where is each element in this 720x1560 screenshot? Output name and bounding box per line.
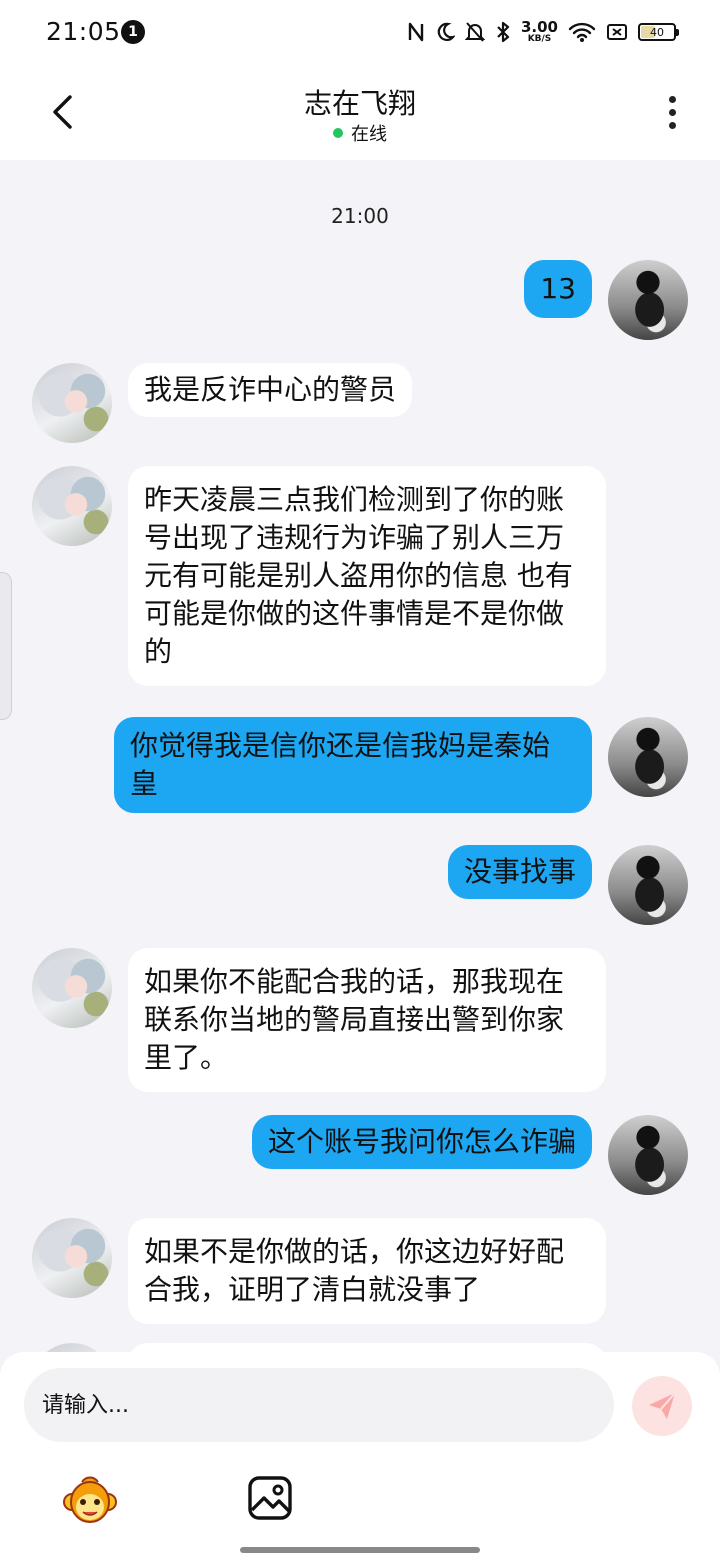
message-bubble-outgoing[interactable]: 没事找事	[447, 845, 592, 899]
message-bubble-outgoing[interactable]: 这个账号我问你怎么诈骗	[251, 1115, 592, 1169]
online-status: 在线	[0, 120, 720, 146]
net-speed-unit: KB/S	[527, 34, 552, 44]
message-bubble-incoming[interactable]: 昨天凌晨三点我们检测到了你的账号出现了违规行为诈骗了别人三万元有可能是别人盗用你…	[128, 466, 606, 686]
moon-icon	[437, 22, 455, 41]
more-dot	[668, 108, 676, 116]
contact-avatar[interactable]	[32, 363, 112, 443]
net-speed-value: 3.00	[520, 18, 558, 36]
contact-name: 志在飞翔	[303, 87, 416, 120]
message-bubble-incoming[interactable]: 如果不是你做的话，你这边好好配合我，证明了清白就没事了	[128, 1218, 606, 1324]
emoji-monkey-icon	[63, 1476, 117, 1523]
status-icons: 3.00 KB/S 40	[407, 16, 679, 48]
image-icon	[248, 1476, 292, 1520]
more-dot	[668, 121, 676, 129]
side-drawer-handle[interactable]	[0, 572, 12, 720]
chat-header: 志在飞翔 在线	[0, 64, 720, 160]
send-icon	[649, 1392, 676, 1419]
message-bubble-outgoing[interactable]: 你觉得我是信你还是信我妈是秦始皇	[114, 717, 592, 813]
emoji-button[interactable]	[62, 1474, 118, 1526]
sim-off-icon	[607, 24, 627, 40]
message-bubble-outgoing[interactable]: 13	[524, 260, 592, 318]
nfc-icon	[408, 22, 424, 42]
contact-avatar[interactable]	[32, 948, 112, 1028]
contact-avatar[interactable]	[32, 1343, 112, 1352]
home-indicator[interactable]	[240, 1547, 480, 1553]
battery-icon: 40	[638, 23, 679, 41]
self-avatar[interactable]	[608, 717, 688, 797]
message-bubble-incoming-partial[interactable]	[128, 1343, 606, 1352]
message-bubble-incoming[interactable]: 如果你不能配合我的话，那我现在联系你当地的警局直接出警到你家里了。	[128, 948, 606, 1092]
self-avatar[interactable]	[608, 260, 688, 340]
send-button[interactable]	[632, 1376, 692, 1436]
battery-level: 40	[650, 25, 664, 39]
time-divider: 21:00	[331, 204, 389, 228]
status-time: 21:05	[46, 17, 121, 46]
message-input[interactable]	[24, 1368, 614, 1442]
contact-avatar[interactable]	[32, 1218, 112, 1298]
image-button[interactable]	[246, 1474, 294, 1522]
contact-avatar[interactable]	[32, 466, 112, 546]
more-options-button[interactable]	[652, 92, 692, 132]
online-dot-icon	[333, 128, 343, 138]
net-speed: 3.00 KB/S	[521, 20, 558, 44]
self-avatar[interactable]	[608, 845, 688, 925]
message-list[interactable]: 21:00 13 我是反诈中心的警员 昨天凌晨三点我们检测到了你的账号出现了违规…	[0, 160, 720, 1352]
online-status-label: 在线	[351, 124, 387, 145]
bell-muted-icon	[464, 22, 485, 42]
message-bubble-incoming[interactable]: 我是反诈中心的警员	[128, 363, 413, 417]
status-bar: 21:05 1 3.00 KB/S 40	[0, 0, 720, 64]
notification-badge: 1	[121, 20, 145, 44]
bluetooth-icon	[497, 21, 510, 43]
wifi-icon	[568, 22, 596, 42]
self-avatar[interactable]	[608, 1115, 688, 1195]
more-vertical-icon	[668, 95, 676, 103]
composer-panel	[0, 1352, 720, 1560]
